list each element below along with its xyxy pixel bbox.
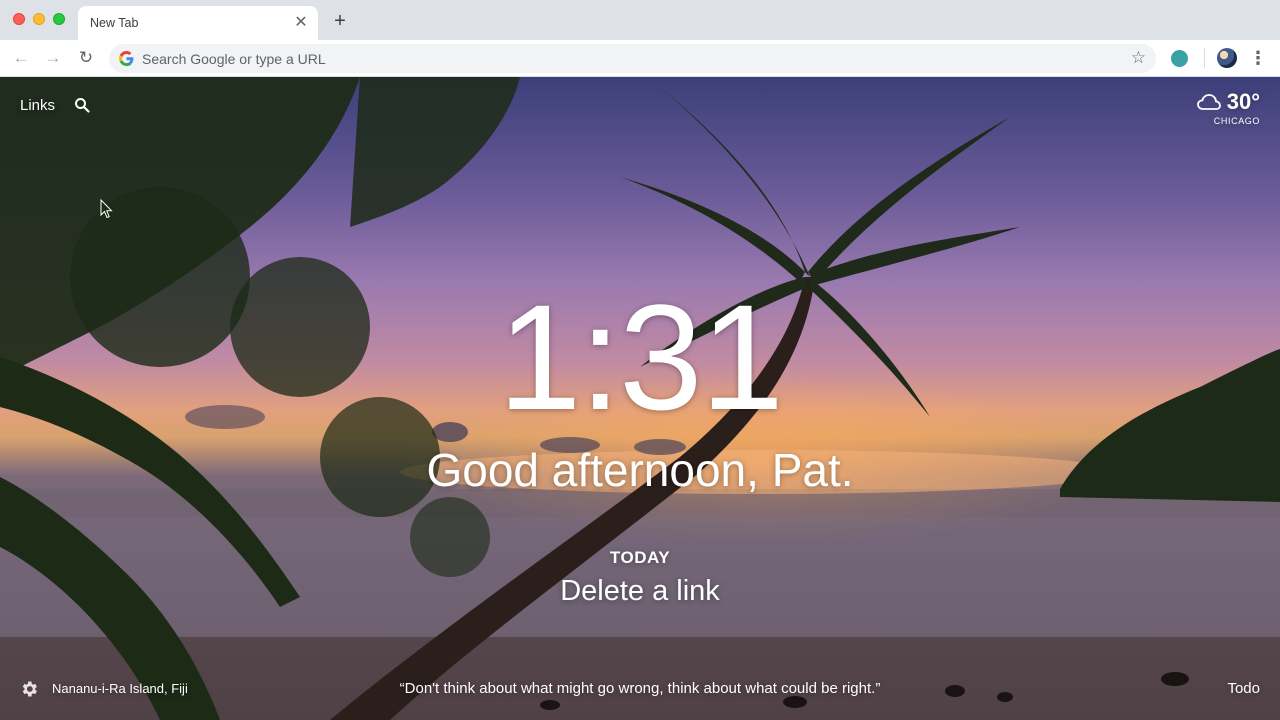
focus-label: TODAY	[609, 548, 671, 567]
daily-quote[interactable]: “Don't think about what might go wrong, …	[0, 680, 1280, 697]
links-button[interactable]: Links	[20, 97, 55, 114]
weather-city: CHICAGO	[1213, 116, 1260, 126]
mouse-cursor-icon	[100, 199, 113, 219]
back-button[interactable]: ←	[11, 48, 31, 68]
tab-close-icon[interactable]: ✕	[292, 14, 310, 32]
clock: 1:31	[498, 273, 784, 441]
window-minimize-button[interactable]	[33, 13, 45, 25]
extension-icon[interactable]	[1171, 50, 1188, 67]
tab-new-tab[interactable]: New Tab ✕	[78, 6, 318, 40]
cloud-icon	[1196, 94, 1221, 110]
reload-button[interactable]: ↻	[76, 48, 96, 68]
window-close-button[interactable]	[13, 13, 25, 25]
address-bar[interactable]: Search Google or type a URL ☆	[109, 44, 1156, 73]
focus-task[interactable]: Delete a link	[0, 575, 1280, 608]
weather-widget[interactable]: 30° CHICAGO	[1196, 89, 1260, 126]
google-icon	[119, 51, 134, 66]
bookmark-star-icon[interactable]: ☆	[1131, 48, 1146, 68]
browser-toolbar: ← → ↻ Search Google or type a URL ☆	[0, 40, 1280, 77]
temperature: 30°	[1226, 89, 1260, 114]
toolbar-divider	[1204, 48, 1205, 68]
greeting: Good afternoon, Pat.	[426, 444, 854, 496]
forward-button[interactable]: →	[43, 48, 63, 68]
search-icon[interactable]	[74, 97, 90, 113]
profile-avatar[interactable]	[1217, 48, 1237, 68]
todo-button[interactable]: Todo	[1227, 680, 1260, 697]
tab-title: New Tab	[90, 16, 139, 30]
new-tab-button[interactable]: +	[330, 11, 350, 31]
address-bar-placeholder: Search Google or type a URL	[142, 51, 326, 67]
window-maximize-button[interactable]	[53, 13, 65, 25]
browser-menu-icon[interactable]: ⋮	[1249, 48, 1267, 68]
tab-strip: New Tab ✕ +	[0, 0, 1280, 40]
momentum-dashboard: Links 30° CHICAGO 1:31 Good afternoon, P…	[0, 77, 1280, 720]
